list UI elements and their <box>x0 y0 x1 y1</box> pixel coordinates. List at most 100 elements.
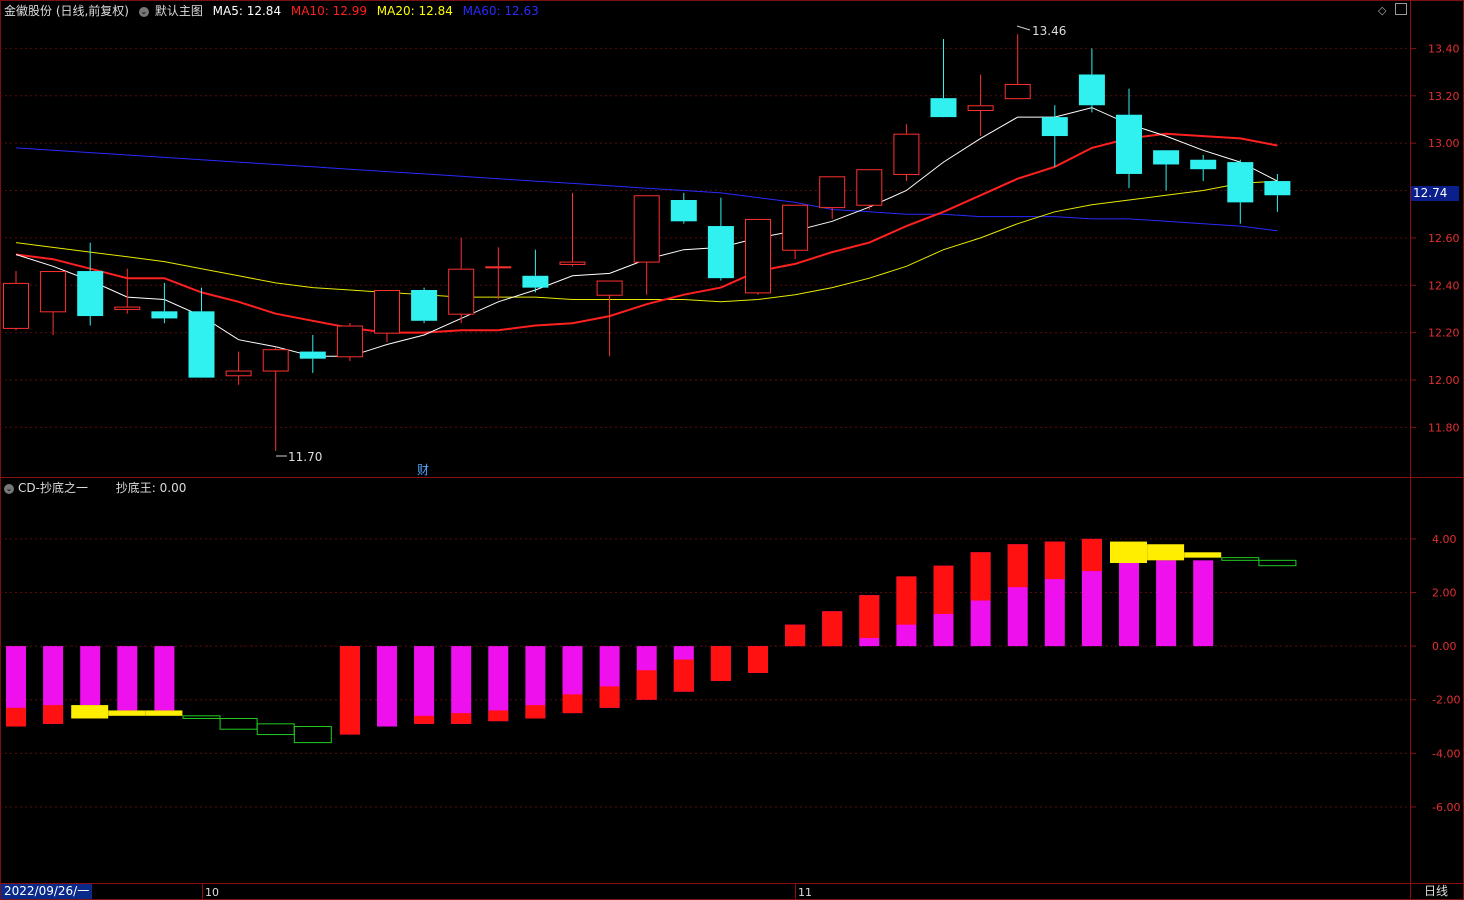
candle <box>967 74 994 137</box>
candle-body <box>1078 74 1105 106</box>
window-toggle-icon[interactable] <box>1395 3 1407 15</box>
date-label: 2022/09/26/一 <box>1 884 93 899</box>
candle-body <box>485 266 512 269</box>
indicator-bar-magenta <box>451 646 472 724</box>
main-chart-header: 金徽股份 (日线,前复权) ⌄ 默认主图 MA5: 12.84 MA10: 12.… <box>4 3 545 19</box>
indicator-bar-red <box>599 686 620 708</box>
candle-body <box>448 268 475 315</box>
indicator-bar-red <box>562 694 583 714</box>
indicator-bar-red <box>414 715 435 724</box>
indicator-bar-red <box>785 624 806 647</box>
indicator-step-outline <box>293 726 332 744</box>
candle-body <box>633 195 660 263</box>
candle-body <box>336 325 363 358</box>
indicator-bar-red <box>933 565 954 614</box>
candle-body <box>1190 159 1217 170</box>
indicator-bars[interactable] <box>0 538 1410 744</box>
indicator-bar-magenta <box>414 646 435 724</box>
candle-body <box>374 290 400 334</box>
indicator-axis-label: -2.00 <box>1432 694 1460 707</box>
candle <box>188 287 215 378</box>
candle-body <box>707 226 734 279</box>
indicator-step-outline <box>219 717 258 730</box>
indicator-axis: 4.00 2.00 0.00 -2.00 -4.00 -6.00 <box>1410 533 1460 814</box>
candle <box>448 237 475 324</box>
indicator-bar-red <box>970 552 991 601</box>
candle-body <box>819 176 846 209</box>
indicator-axis-label: 4.00 <box>1432 533 1457 546</box>
candlestick-series[interactable] <box>3 34 1291 452</box>
indicator-bar-red <box>673 659 694 692</box>
indicator-bar-red <box>6 707 26 727</box>
indicator-bar-magenta <box>1156 560 1177 647</box>
indicator-dropdown-icon[interactable]: ⌄ <box>4 483 14 494</box>
candle-body <box>411 290 438 321</box>
price-axis-label: 13.00 <box>1428 137 1460 150</box>
candle-body <box>522 275 549 288</box>
candle-body <box>114 306 141 310</box>
candle-body <box>670 200 697 222</box>
candle <box>707 197 734 281</box>
candle <box>225 351 252 385</box>
indicator-bar-red <box>896 576 917 625</box>
candle-body <box>1004 83 1031 100</box>
indicator-value: 抄底王: 0.00 <box>115 481 187 495</box>
candle-body <box>1041 117 1068 137</box>
candle <box>670 192 697 224</box>
price-axis-label: 11.80 <box>1428 421 1460 434</box>
indicator-bar-magenta <box>488 646 509 722</box>
candle-body <box>3 282 29 329</box>
diamond-icon[interactable]: ◇ <box>1378 4 1386 17</box>
candle <box>1153 150 1180 191</box>
finance-marker[interactable]: 财 <box>417 463 429 477</box>
indicator-step-filled <box>1147 544 1185 561</box>
indicator-bar-magenta <box>80 646 101 706</box>
candle <box>856 169 883 210</box>
indicator-step-filled <box>1110 541 1147 564</box>
candle-body <box>299 351 326 359</box>
candle <box>3 271 29 331</box>
stock-label[interactable]: 金徽股份 (日线,前复权) <box>4 4 129 18</box>
period-label[interactable]: 日线 <box>1424 884 1448 899</box>
indicator-step-outline <box>256 723 295 736</box>
indicator-bar-magenta <box>154 646 175 711</box>
low-marker-label: 11.70 <box>288 450 322 464</box>
candle <box>782 204 809 260</box>
price-axis-label: 12.40 <box>1428 279 1460 292</box>
candle <box>374 290 400 343</box>
candle <box>745 218 771 295</box>
indicator-bar-red <box>1081 538 1102 572</box>
dropdown-icon[interactable]: ⌄ <box>138 6 149 17</box>
price-axis-label: 12.60 <box>1428 232 1460 245</box>
indicator-step-outline <box>1258 559 1297 567</box>
candle <box>411 287 438 324</box>
indicator-step-filled <box>145 710 183 716</box>
indicator-bar-red <box>488 710 509 722</box>
indicator-step-outline <box>1221 557 1260 561</box>
candle <box>930 38 957 118</box>
indicator-bar-red <box>1007 544 1028 588</box>
indicator-step-filled <box>1184 552 1222 558</box>
chart-canvas[interactable]: 13.4013.2013.0012.8012.6012.4012.2012.00… <box>0 0 1464 900</box>
candle-body <box>856 169 883 206</box>
candle-body <box>40 271 67 313</box>
indicator-bar-red <box>1044 541 1065 580</box>
indicator-bar-red <box>636 670 657 700</box>
candle <box>1078 48 1105 113</box>
main-chart-label[interactable]: 默认主图 <box>155 4 203 18</box>
candle <box>819 176 846 219</box>
candle <box>262 346 289 452</box>
price-axis-label: 13.40 <box>1428 42 1460 55</box>
candle-body <box>225 370 252 377</box>
candle-body <box>77 271 104 317</box>
indicator-bar-red <box>710 646 731 681</box>
indicator-header: ⌄ CD-抄底之一 抄底王: 0.00 <box>4 480 186 496</box>
indicator-name[interactable]: CD-抄底之一 <box>18 481 88 495</box>
indicator-step-filled <box>71 705 109 719</box>
candle <box>299 335 326 373</box>
indicator-bar-magenta <box>1193 560 1214 647</box>
candle-body <box>930 98 957 118</box>
indicator-bar-red <box>525 705 546 719</box>
candle-body <box>262 349 289 372</box>
price-axis-label: 13.20 <box>1428 90 1460 103</box>
